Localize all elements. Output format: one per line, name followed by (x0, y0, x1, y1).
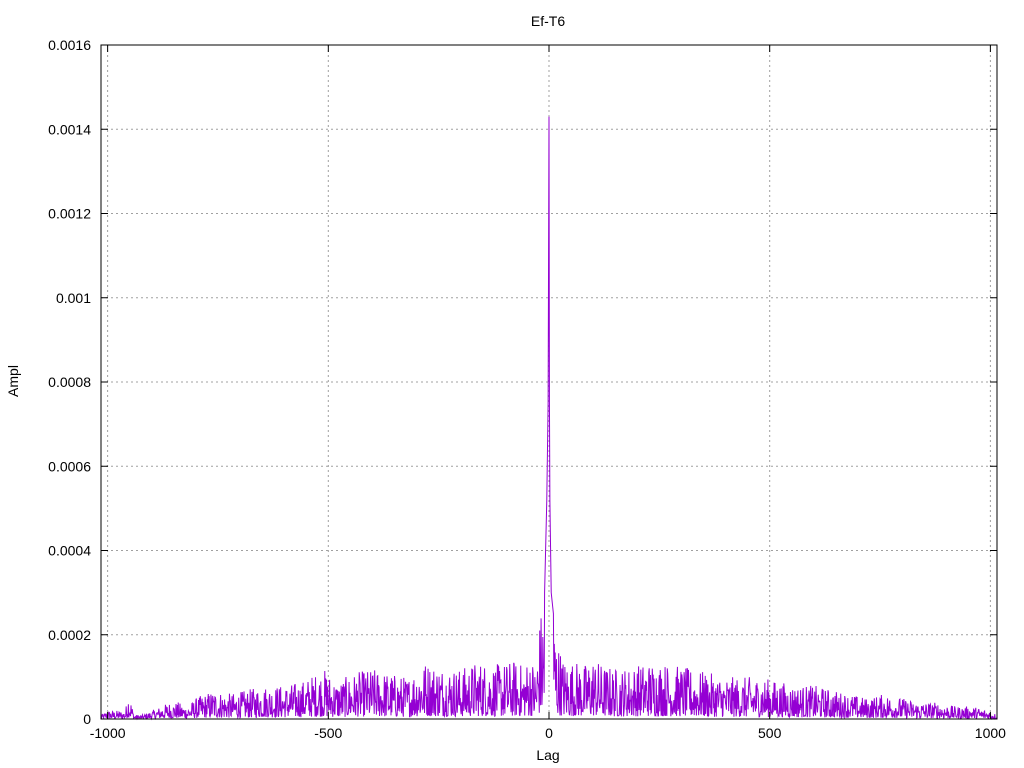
y-tick-label: 0.001 (56, 290, 91, 306)
autocorrelation-chart: -1000 -500 0 500 1000 0 0.0002 0.0004 0.0006 0.00… (5, 13, 1006, 763)
x-axis-label: Lag (536, 747, 559, 763)
x-tick-label: 500 (758, 725, 782, 741)
y-axis-label: Ampl (5, 365, 21, 397)
axes-layer: -1000 -500 0 500 1000 0 0.0002 0.0004 0.0006 0.00… (48, 37, 1006, 741)
x-tick-label: 0 (545, 725, 553, 741)
y-tick-label: 0.0014 (48, 121, 91, 137)
y-tick-label: 0.0016 (48, 37, 91, 53)
y-tick-label: 0.0002 (48, 627, 91, 643)
series-line (100, 116, 998, 721)
y-tick-label: 0 (83, 711, 91, 727)
x-tick-label: -1000 (90, 725, 126, 741)
y-tick-label: 0.0006 (48, 458, 91, 474)
chart-title: Ef-T6 (531, 13, 565, 29)
x-tick-label: -500 (314, 725, 342, 741)
y-tick-label: 0.0012 (48, 206, 91, 222)
y-tick-label: 0.0004 (48, 543, 91, 559)
series-layer (100, 116, 998, 721)
y-tick-label: 0.0008 (48, 374, 91, 390)
x-tick-label: 1000 (975, 725, 1006, 741)
